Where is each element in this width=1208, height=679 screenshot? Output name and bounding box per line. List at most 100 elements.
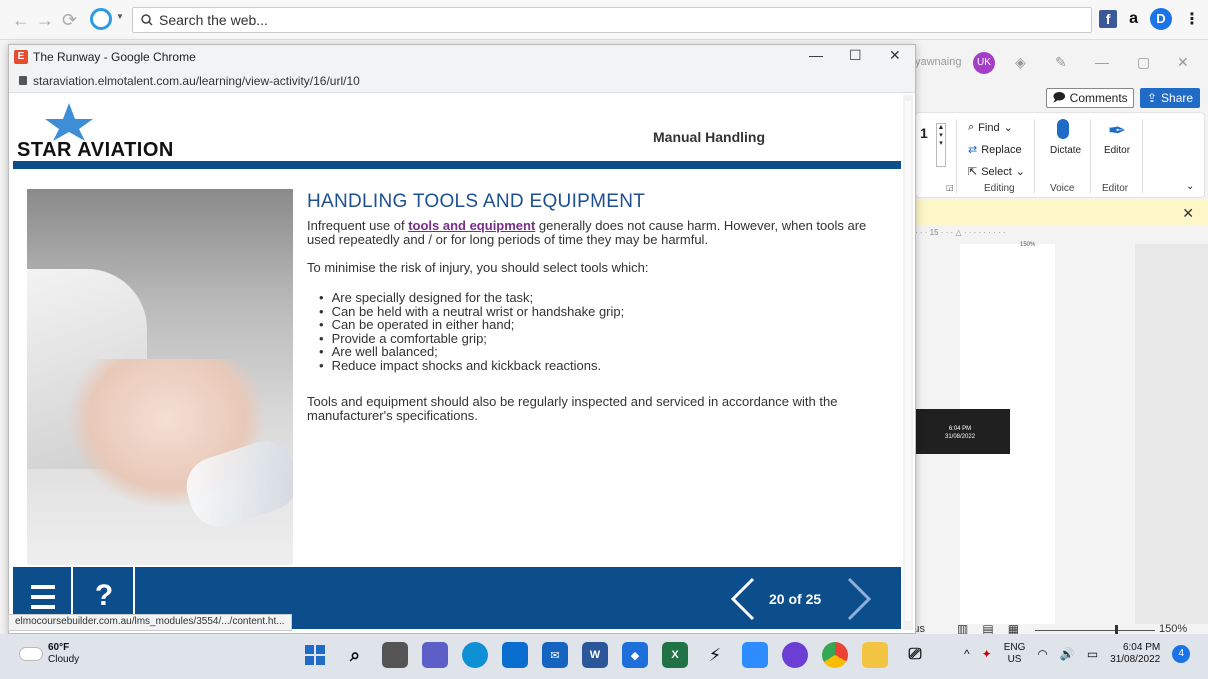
web-search-input[interactable]: Search the web... bbox=[132, 7, 1092, 33]
task-view-icon[interactable] bbox=[382, 642, 408, 668]
lock-icon bbox=[19, 76, 27, 85]
popup-address-bar[interactable]: staraviation.elmotalent.com.au/learning/… bbox=[9, 69, 915, 93]
tool-criteria-list: Are specially designed for the task; Can… bbox=[323, 291, 625, 373]
word-close-icon[interactable]: ✕ bbox=[1177, 54, 1189, 71]
facebook-extension-icon[interactable]: f bbox=[1099, 10, 1118, 28]
volume-icon[interactable]: 🔊 bbox=[1060, 647, 1075, 661]
list-item: Reduce impact shocks and kickback reacti… bbox=[323, 359, 624, 373]
network-alert-icon[interactable]: ✦ bbox=[982, 647, 992, 661]
close-button[interactable]: ✕ bbox=[889, 47, 901, 64]
select-button[interactable]: ⇱ Select ⌄ bbox=[968, 165, 1025, 179]
word-minimize-icon[interactable]: — bbox=[1095, 54, 1109, 70]
forward-arrow-icon[interactable]: → bbox=[36, 10, 54, 31]
windows-taskbar: 60°F Cloudy ⌕ ✉ W ◆ X ⚡ ⎚ ^ ✦ ENG US ◠ 🔊 … bbox=[0, 634, 1208, 679]
course-content: STAR AVIATION Manual Handling HANDLING T… bbox=[13, 95, 901, 565]
notice-bar: ✕ bbox=[915, 200, 1208, 226]
zoom-icon[interactable] bbox=[742, 642, 768, 668]
battery-icon[interactable]: ▭ bbox=[1087, 647, 1098, 661]
popup-url: staraviation.elmotalent.com.au/learning/… bbox=[33, 74, 360, 88]
cursor-icon: ⇱ bbox=[968, 166, 978, 178]
lightning-app-icon[interactable]: ⚡ bbox=[702, 642, 728, 668]
file-explorer-icon[interactable] bbox=[862, 642, 888, 668]
diamond-icon[interactable]: ◈ bbox=[1015, 54, 1026, 71]
dictate-label: Dictate bbox=[1050, 145, 1082, 156]
previous-page-arrow-icon[interactable] bbox=[729, 577, 759, 621]
header-band bbox=[13, 161, 901, 169]
popup-scrollbar[interactable] bbox=[903, 95, 913, 630]
word-user-name: yawnaing bbox=[915, 56, 962, 68]
remote-desktop-icon[interactable]: ⎚ bbox=[902, 642, 928, 668]
editor-button[interactable]: ✒ Editor bbox=[1100, 119, 1134, 157]
ribbon-collapse-icon[interactable]: ⌄ bbox=[1186, 181, 1194, 192]
search-icon[interactable]: ⌕ bbox=[342, 642, 368, 668]
language-indicator[interactable]: ENG US bbox=[1004, 642, 1026, 666]
zoom-slider[interactable] bbox=[1035, 630, 1155, 631]
teams-chat-icon[interactable] bbox=[422, 642, 448, 668]
page-heading: HANDLING TOOLS AND EQUIPMENT bbox=[307, 191, 646, 212]
editor-group-label: Editor bbox=[1102, 183, 1129, 194]
pen-icon[interactable]: ✎ bbox=[1055, 54, 1067, 71]
maximize-button[interactable]: ☐ bbox=[849, 47, 862, 64]
dialog-launcher-icon[interactable]: ◲ bbox=[946, 183, 954, 192]
voice-group-label: Voice bbox=[1050, 183, 1075, 194]
scrollbar-thumb[interactable] bbox=[905, 101, 911, 621]
chrome-icon[interactable] bbox=[822, 642, 848, 668]
star-logo-icon bbox=[45, 103, 93, 141]
word-ribbon: 1 ▲ ▾ ▾ ⌕ Find ⌄ ⇄ Replace ⇱ Select ⌄ Editing… bbox=[915, 112, 1205, 198]
avatar[interactable]: UK bbox=[973, 52, 995, 74]
select-tools-paragraph: To minimise the risk of injury, you shou… bbox=[307, 260, 649, 275]
store-icon[interactable] bbox=[502, 642, 528, 668]
weather-widget[interactable]: 60°F Cloudy bbox=[20, 642, 79, 666]
list-item: Provide a comfortable grip; bbox=[323, 332, 624, 346]
dropbox-icon[interactable]: ◆ bbox=[622, 642, 648, 668]
find-button[interactable]: ⌕ Find ⌄ bbox=[968, 121, 1013, 134]
word-restore-icon[interactable]: ▢ bbox=[1137, 54, 1150, 71]
d-extension-icon[interactable]: D bbox=[1150, 8, 1172, 30]
app-circle-icon[interactable] bbox=[782, 642, 808, 668]
replace-button[interactable]: ⇄ Replace bbox=[968, 143, 1022, 157]
close-icon[interactable]: ✕ bbox=[1182, 205, 1194, 222]
share-button[interactable]: ⇪ Share bbox=[1140, 88, 1200, 108]
popup-title-bar: E The Runway - Google Chrome — ☐ ✕ bbox=[9, 45, 915, 69]
hand-photo bbox=[27, 189, 293, 565]
font-size-spinner[interactable]: ▲ ▾ ▾ bbox=[936, 123, 946, 167]
back-arrow-icon[interactable]: ← bbox=[12, 10, 30, 31]
popup-title: The Runway - Google Chrome bbox=[33, 50, 196, 64]
module-title: Manual Handling bbox=[653, 129, 765, 145]
inspection-paragraph: Tools and equipment should also be regul… bbox=[307, 394, 838, 423]
amazon-extension-icon[interactable]: a bbox=[1129, 10, 1138, 28]
weather-condition: Cloudy bbox=[48, 654, 80, 665]
dropdown-arrow-icon[interactable]: ▼ bbox=[116, 12, 124, 21]
tools-and-equipment-link[interactable]: tools and equipment bbox=[408, 218, 535, 233]
microphone-icon bbox=[1057, 119, 1069, 139]
notification-badge[interactable]: 4 bbox=[1172, 645, 1191, 663]
search-placeholder: Search the web... bbox=[159, 12, 268, 28]
refresh-icon[interactable]: ⟳ bbox=[62, 10, 77, 31]
elmo-favicon-icon: E bbox=[14, 50, 28, 64]
ie-logo-icon[interactable] bbox=[90, 8, 112, 30]
intro-paragraph: Infrequent use of tools and equipment ge… bbox=[307, 218, 867, 247]
select-label: Select bbox=[981, 165, 1012, 178]
mini-clock: 6:04 PM 31/08/2022 bbox=[945, 426, 976, 440]
temperature: 60°F bbox=[48, 642, 70, 653]
dictate-button[interactable]: Dictate bbox=[1050, 119, 1082, 156]
list-item: Are well balanced; bbox=[323, 345, 624, 359]
hamburger-icon bbox=[31, 585, 55, 589]
comments-button[interactable]: 🗩 Comments bbox=[1046, 88, 1134, 108]
wifi-icon[interactable]: ◠ bbox=[1037, 647, 1047, 661]
show-hidden-icons-icon[interactable]: ^ bbox=[964, 647, 970, 661]
start-windows-icon[interactable] bbox=[302, 642, 328, 668]
find-label: Find bbox=[978, 121, 1000, 134]
comment-icon: 🗩 bbox=[1052, 89, 1066, 104]
font-size-value[interactable]: 1 bbox=[920, 125, 928, 141]
excel-icon[interactable]: X bbox=[662, 642, 688, 668]
share-label: Share bbox=[1161, 91, 1194, 105]
edge-icon[interactable] bbox=[462, 642, 488, 668]
more-menu-icon[interactable]: ⋮ bbox=[1184, 9, 1200, 29]
word-icon[interactable]: W bbox=[582, 642, 608, 668]
next-page-arrow-icon[interactable] bbox=[843, 577, 873, 621]
list-item: Can be held with a neutral wrist or hand… bbox=[323, 304, 625, 319]
mail-icon[interactable]: ✉ bbox=[542, 642, 568, 668]
system-clock[interactable]: 6:04 PM 31/08/2022 bbox=[1110, 642, 1160, 666]
minimize-button[interactable]: — bbox=[809, 47, 823, 63]
